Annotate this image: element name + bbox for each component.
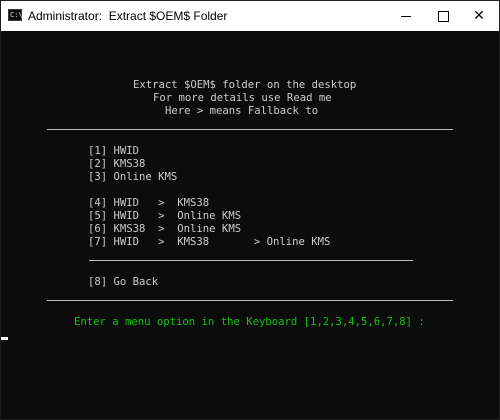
menu-option-1: [1] HWID	[88, 145, 140, 157]
close-icon: ✕	[473, 8, 485, 24]
separator-top	[47, 129, 453, 130]
menu-prompt: Enter a menu option in the Keyboard [1,2…	[74, 316, 425, 328]
menu-option-5: [5] HWID > Online KMS	[88, 210, 242, 222]
console-area[interactable]: Extract $OEM$ folder on the desktop For …	[1, 31, 499, 419]
menu-option-4: [4] HWID > KMS38	[88, 197, 210, 209]
title-bar[interactable]: C:\ Administrator: Extract $OEM$ Folder …	[1, 1, 499, 31]
close-button[interactable]: ✕	[456, 1, 500, 31]
minimize-icon	[401, 15, 411, 17]
header-line-1: Extract $OEM$ folder on the desktop	[133, 79, 357, 91]
window-title: Administrator: Extract $OEM$ Folder	[28, 9, 228, 23]
menu-option-2: [2] KMS38	[88, 158, 146, 170]
text-cursor	[1, 337, 8, 340]
console-window: C:\ Administrator: Extract $OEM$ Folder …	[0, 0, 500, 420]
menu-option-6: [6] KMS38 > Online KMS	[88, 223, 242, 235]
header-line-2: For more details use Read me	[153, 92, 332, 104]
header-line-3: Here > means Fallback to	[165, 105, 319, 117]
maximize-icon	[437, 10, 449, 22]
separator-bottom	[47, 300, 453, 301]
separator-middle	[89, 260, 413, 261]
menu-option-7: [7] HWID > KMS38 > Online KMS	[88, 236, 331, 248]
menu-option-8: [8] Go Back	[88, 276, 159, 288]
menu-option-3: [3] Online KMS	[88, 171, 178, 183]
console-icon[interactable]: C:\	[8, 9, 23, 21]
